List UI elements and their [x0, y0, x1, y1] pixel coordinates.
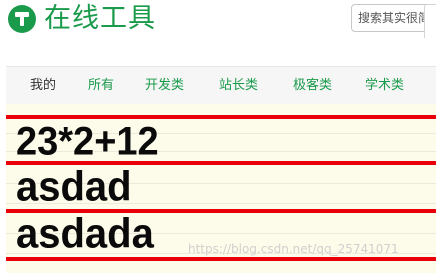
- tab-academic[interactable]: 学术类: [365, 67, 404, 105]
- red-rule-line: [6, 257, 436, 261]
- tab-mine[interactable]: 我的: [30, 67, 56, 105]
- text-preview-area[interactable]: 23*2+12 asdad asdada https://blog.csdn.n…: [6, 104, 436, 273]
- tab-geek[interactable]: 极客类: [293, 67, 332, 105]
- tab-webmaster[interactable]: 站长类: [219, 67, 258, 105]
- text-line-2: asdad: [16, 163, 132, 211]
- category-nav: 我的 所有 开发类 站长类 极客类 学术类: [6, 66, 436, 104]
- tab-edge: [424, 4, 436, 38]
- watermark-text: https://blog.csdn.net/qq_25741071: [188, 242, 399, 256]
- hammer-icon: [15, 12, 29, 26]
- red-rule-line: [6, 115, 436, 119]
- site-title[interactable]: 在线工具: [44, 0, 156, 38]
- tab-dev[interactable]: 开发类: [145, 67, 184, 105]
- logo-icon[interactable]: [8, 5, 36, 33]
- tab-all[interactable]: 所有: [88, 67, 114, 105]
- text-line-3: asdada: [16, 210, 154, 258]
- text-line-1: 23*2+12: [16, 119, 159, 165]
